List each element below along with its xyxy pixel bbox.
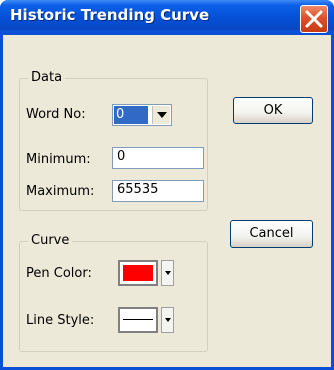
line-style-swatch[interactable]	[118, 307, 158, 333]
solid-line-icon	[123, 319, 153, 320]
line-style-picker[interactable]	[118, 307, 174, 333]
curve-groupbox: Curve	[19, 233, 208, 352]
chevron-down-icon[interactable]	[161, 307, 174, 333]
maximum-field[interactable]: 65535	[112, 180, 204, 202]
word-no-select[interactable]: 0	[112, 104, 172, 126]
dialog-window: Historic Trending Curve Data Word No: 0 …	[0, 0, 334, 370]
title-bar[interactable]: Historic Trending Curve	[0, 0, 334, 33]
pen-color-fill	[123, 265, 153, 281]
curve-group-label: Curve	[28, 233, 73, 248]
close-button[interactable]	[300, 5, 328, 33]
chevron-down-icon[interactable]	[152, 106, 170, 124]
close-icon	[305, 10, 323, 28]
maximum-label: Maximum:	[26, 184, 95, 199]
data-group-label: Data	[28, 70, 66, 85]
cancel-button[interactable]: Cancel	[230, 220, 313, 248]
word-no-value: 0	[114, 106, 148, 124]
minimum-label: Minimum:	[26, 152, 91, 167]
pen-color-label: Pen Color:	[26, 266, 92, 281]
pen-color-picker[interactable]	[118, 260, 174, 286]
minimum-field[interactable]: 0	[112, 147, 204, 169]
line-style-label: Line Style:	[26, 313, 95, 328]
pen-color-swatch[interactable]	[118, 260, 158, 286]
chevron-down-icon[interactable]	[161, 260, 174, 286]
dialog-client-area: Data Word No: 0 Minimum: 0 Maximum: 6553…	[3, 35, 331, 367]
ok-button[interactable]: OK	[233, 97, 313, 124]
dialog-title: Historic Trending Curve	[10, 6, 210, 24]
word-no-label: Word No:	[26, 107, 86, 122]
